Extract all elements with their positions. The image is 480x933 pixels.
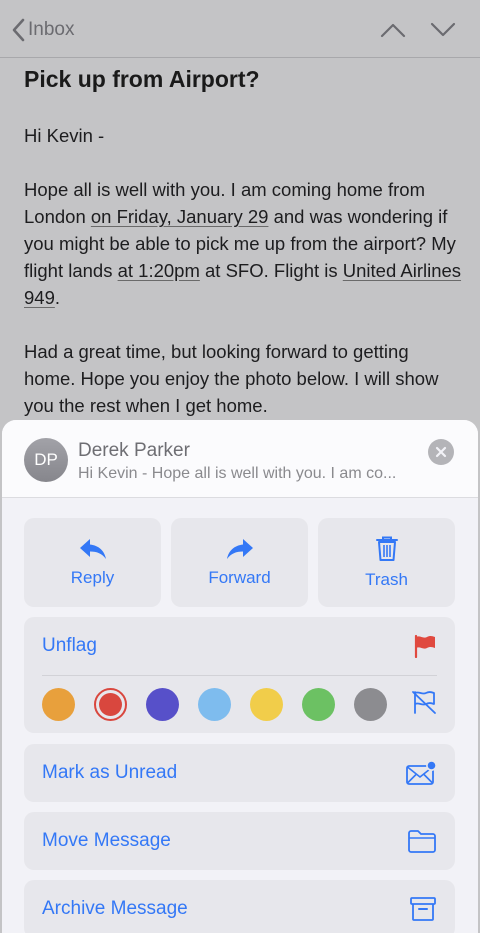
previous-message-button[interactable] bbox=[378, 16, 408, 44]
trash-label: Trash bbox=[365, 569, 408, 589]
envelope-badge-icon bbox=[406, 760, 437, 785]
email-greeting: Hi Kevin - bbox=[24, 125, 105, 146]
reply-button[interactable]: Reply bbox=[24, 518, 161, 607]
avatar: DP bbox=[24, 438, 68, 482]
flag-icon bbox=[414, 634, 435, 658]
trash-button[interactable]: Trash bbox=[318, 518, 455, 607]
chevron-left-icon bbox=[12, 18, 25, 42]
close-button[interactable] bbox=[428, 439, 454, 465]
archive-message-label: Archive Message bbox=[42, 898, 188, 919]
folder-icon bbox=[408, 830, 436, 853]
reply-icon bbox=[79, 538, 106, 559]
flag-color-yellow[interactable] bbox=[250, 687, 283, 721]
no-flag-button[interactable] bbox=[411, 689, 437, 720]
primary-actions: Reply Forward Trash bbox=[24, 518, 455, 607]
forward-button[interactable]: Forward bbox=[171, 518, 308, 607]
move-message-label: Move Message bbox=[42, 830, 171, 851]
unflag-row[interactable]: Unflag bbox=[24, 617, 455, 675]
mark-unread-button[interactable]: Mark as Unread bbox=[24, 744, 455, 802]
email-text: . bbox=[54, 287, 61, 308]
close-icon bbox=[435, 446, 447, 458]
email-paragraph-1: Hope all is well with you. I am coming h… bbox=[24, 176, 464, 311]
divider bbox=[42, 675, 437, 676]
flag-color-green[interactable] bbox=[302, 687, 335, 721]
sender-name: Derek Parker bbox=[78, 440, 190, 461]
back-label: Inbox bbox=[28, 19, 75, 40]
nav-bar: Inbox bbox=[0, 0, 480, 58]
time-link[interactable]: at 1:20pm bbox=[118, 260, 200, 281]
forward-icon bbox=[226, 538, 253, 559]
flag-color-picker bbox=[42, 682, 437, 726]
flag-card: Unflag bbox=[24, 617, 455, 733]
action-sheet: DP Derek Parker Hi Kevin - Hope all is w… bbox=[2, 420, 478, 933]
email-paragraph-2: Had a great time, but looking forward to… bbox=[24, 341, 439, 416]
flag-color-blue[interactable] bbox=[198, 687, 231, 721]
mark-unread-label: Mark as Unread bbox=[42, 762, 178, 783]
flag-color-red[interactable] bbox=[94, 687, 127, 721]
sheet-header: DP Derek Parker Hi Kevin - Hope all is w… bbox=[2, 420, 478, 498]
reply-label: Reply bbox=[70, 567, 115, 587]
archive-message-button[interactable]: Archive Message bbox=[24, 880, 455, 933]
email-text: at SFO. Flight is bbox=[199, 260, 343, 281]
chevron-down-icon bbox=[430, 22, 456, 37]
flag-slash-icon bbox=[412, 690, 436, 714]
flag-color-gray[interactable] bbox=[354, 687, 387, 721]
date-link[interactable]: on Friday, January 29 bbox=[91, 206, 269, 227]
flag-color-orange[interactable] bbox=[42, 687, 75, 721]
forward-label: Forward bbox=[208, 567, 271, 587]
email-body: Hi Kevin - Hope all is well with you. I … bbox=[24, 122, 464, 446]
flag-color-purple[interactable] bbox=[146, 687, 179, 721]
archive-box-icon bbox=[410, 897, 436, 921]
move-message-button[interactable]: Move Message bbox=[24, 812, 455, 870]
unflag-label: Unflag bbox=[42, 635, 97, 656]
message-preview: Hi Kevin - Hope all is well with you. I … bbox=[78, 465, 397, 482]
email-subject: Pick up from Airport? bbox=[24, 66, 260, 92]
back-button[interactable]: Inbox bbox=[12, 14, 74, 46]
trash-icon bbox=[375, 536, 398, 561]
chevron-up-icon bbox=[380, 23, 406, 38]
next-message-button[interactable] bbox=[428, 16, 458, 44]
